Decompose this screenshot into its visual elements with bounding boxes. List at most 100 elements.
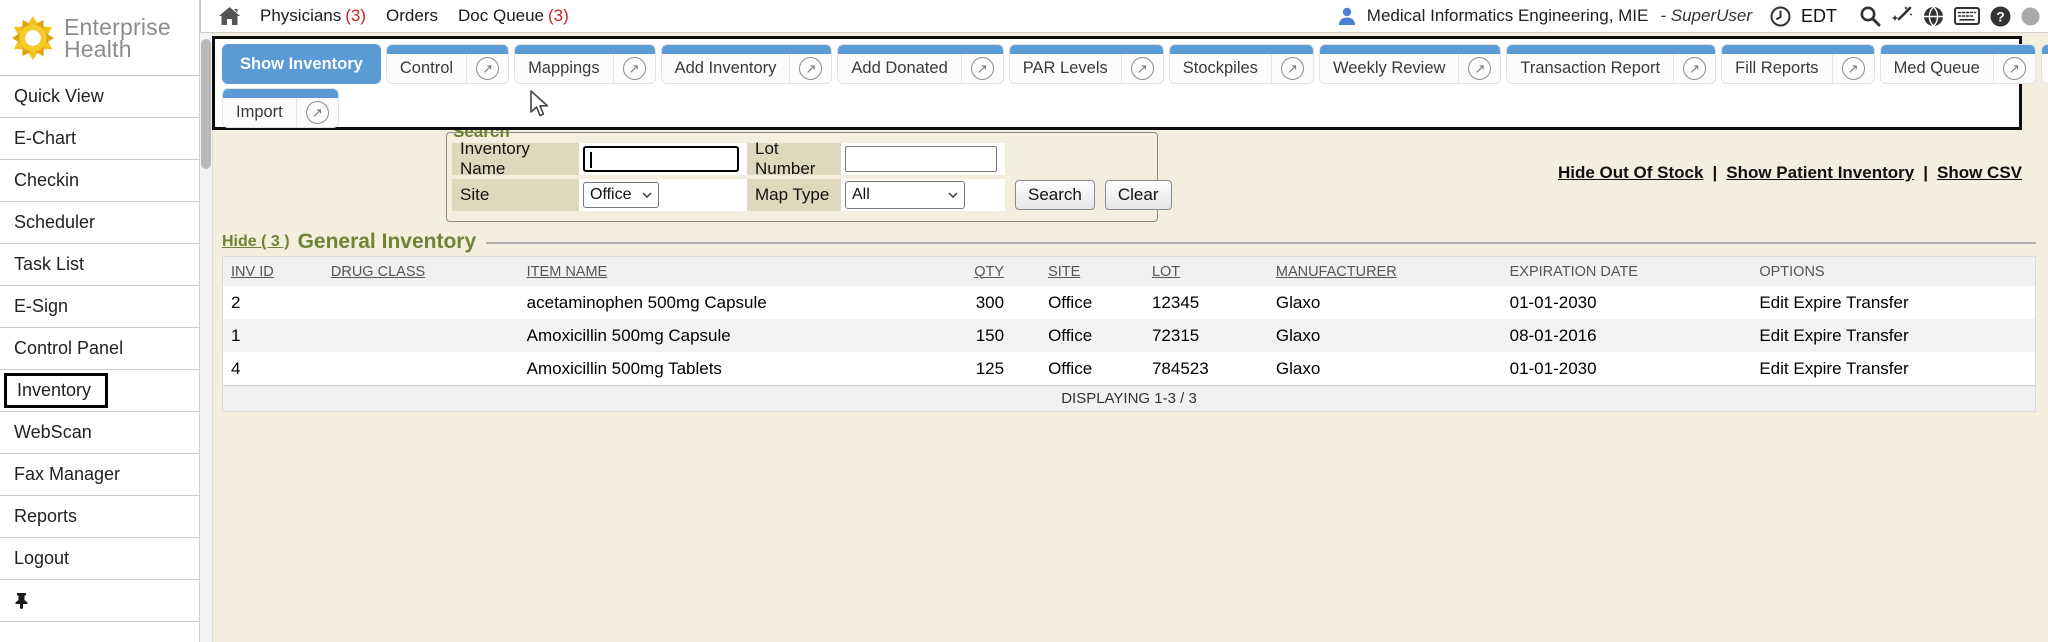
help-icon[interactable]: ? [1990, 6, 2011, 27]
tab-stockpiles[interactable]: Stockpiles↗ [1169, 44, 1314, 84]
column-header-manufacturer[interactable]: MANUFACTURER [1244, 264, 1478, 280]
tab-external-area: ↗ [1994, 57, 2035, 80]
cell-item-name: Amoxicillin 500mg Tablets [519, 359, 938, 379]
tab-import[interactable]: Import↗ [222, 88, 339, 128]
clock-icon[interactable] [1770, 6, 1791, 27]
tab-label: Add Donated [838, 59, 960, 78]
cell-options[interactable]: Edit Expire Transfer [1727, 293, 2035, 313]
column-header-expiration-date: EXPIRATION DATE [1478, 264, 1728, 280]
external-link-icon[interactable]: ↗ [1131, 57, 1154, 80]
tab-body: Add Donated ↗ [838, 54, 1002, 83]
sidebar-item-scheduler[interactable]: Scheduler [0, 202, 199, 244]
sidebar-item-reports[interactable]: Reports [0, 496, 199, 538]
cell-lot: 784523 [1120, 359, 1244, 379]
tab-accent-strip [1170, 45, 1313, 54]
search-button[interactable]: Search [1015, 180, 1095, 210]
tab-par-levels[interactable]: PAR Levels↗ [1009, 44, 1164, 84]
site-select[interactable]: Office [583, 182, 659, 208]
link-hide-out-of-stock[interactable]: Hide Out Of Stock [1558, 163, 1703, 183]
map-type-select[interactable]: All [845, 181, 965, 209]
hide-count-link[interactable]: Hide ( 3 ) [222, 233, 290, 251]
external-link-icon[interactable]: ↗ [971, 57, 994, 80]
tab-label: Weekly Review [1320, 59, 1458, 78]
sidebar-item-logout[interactable]: Logout [0, 538, 199, 580]
sidebar-item-e-chart[interactable]: E-Chart [0, 118, 199, 160]
sidebar-item-quick-view[interactable]: Quick View [0, 76, 199, 118]
tab-accent-strip [387, 45, 508, 54]
tab-external-area: ↗ [1122, 57, 1163, 80]
clear-button[interactable]: Clear [1105, 180, 1172, 210]
keyboard-icon[interactable] [1954, 7, 1980, 25]
sidebar-item-e-sign[interactable]: E-Sign [0, 286, 199, 328]
tab-accent-strip [1507, 45, 1715, 54]
column-header-lot[interactable]: LOT [1120, 264, 1244, 280]
column-header-drug-class[interactable]: DRUG CLASS [323, 264, 519, 280]
home-icon[interactable] [219, 7, 240, 26]
tab-external-area: ↗ [1459, 57, 1500, 80]
cell-options[interactable]: Edit Expire Transfer [1727, 359, 2035, 379]
sidebar-item-inventory[interactable]: Inventory [0, 370, 199, 412]
external-link-icon[interactable]: ↗ [1468, 57, 1491, 80]
column-header-item-name[interactable]: ITEM NAME [519, 264, 938, 280]
link-show-patient-inventory[interactable]: Show Patient Inventory [1726, 163, 1914, 183]
topnav-count-badge: (3) [345, 6, 366, 25]
tab-add-donated[interactable]: Add Donated ↗ [837, 44, 1003, 84]
tab-fill-reports[interactable]: Fill Reports↗ [1721, 44, 1874, 84]
external-link-icon[interactable]: ↗ [1683, 57, 1706, 80]
tab-label: Control [387, 59, 466, 78]
app-logo: Enterprise Health [0, 0, 199, 76]
external-link-icon[interactable]: ↗ [476, 57, 499, 80]
tab-body: Mappings↗ [515, 54, 655, 83]
tab-row-2: Import↗ [222, 88, 2012, 128]
tab-show-inventory[interactable]: Show Inventory [222, 44, 381, 84]
tab-blank-labels[interactable]: Blank Labels↗ [2041, 44, 2048, 84]
column-header-qty[interactable]: QTY [938, 264, 1016, 280]
tab-transaction-report[interactable]: Transaction Report↗ [1506, 44, 1716, 84]
external-link-icon[interactable]: ↗ [1281, 57, 1304, 80]
column-header-site[interactable]: SITE [1016, 264, 1120, 280]
tab-external-area: ↗ [1674, 57, 1715, 80]
sidebar-item-label: Reports [14, 496, 77, 537]
cell-options[interactable]: Edit Expire Transfer [1727, 326, 2035, 346]
tab-external-area: ↗ [1833, 57, 1874, 80]
tab-accent-strip [1010, 45, 1163, 54]
link-separator: | [1923, 163, 1928, 183]
tab-med-queue[interactable]: Med Queue↗ [1880, 44, 2036, 84]
cell-lot: 72315 [1120, 326, 1244, 346]
sidebar-item-checkin[interactable]: Checkin [0, 160, 199, 202]
tab-add-inventory[interactable]: Add Inventory↗ [661, 44, 833, 84]
logo-line1: Enterprise [64, 16, 171, 38]
avatar-circle[interactable] [2021, 7, 2040, 26]
wand-icon[interactable] [1891, 5, 1913, 27]
globe-icon[interactable] [1923, 6, 1944, 27]
user-role: - SuperUser [1660, 6, 1752, 26]
external-link-icon[interactable]: ↗ [799, 57, 822, 80]
tab-body: Transaction Report↗ [1507, 54, 1715, 83]
tab-mappings[interactable]: Mappings↗ [514, 44, 656, 84]
inventory-heading: Hide ( 3 ) General Inventory [222, 230, 2036, 254]
quick-links: Hide Out Of Stock | Show Patient Inventory… [213, 163, 2022, 183]
table-row: 1Amoxicillin 500mg Capsule150Office72315… [223, 319, 2035, 352]
column-header-inv-id[interactable]: INV ID [223, 264, 323, 280]
sidebar-item-fax-manager[interactable]: Fax Manager [0, 454, 199, 496]
search-icon[interactable] [1859, 5, 1881, 27]
topnav-orders[interactable]: Orders [386, 6, 438, 26]
external-link-icon[interactable]: ↗ [1842, 57, 1865, 80]
link-show-csv[interactable]: Show CSV [1937, 163, 2022, 183]
topbar-user-area: Medical Informatics Engineering, MIE - S… [1337, 5, 2048, 27]
sidebar-item-webscan[interactable]: WebScan [0, 412, 199, 454]
cell-manufacturer: Glaxo [1244, 326, 1478, 346]
tab-control[interactable]: Control ↗ [386, 44, 509, 84]
topnav-physicians[interactable]: Physicians(3) [260, 6, 366, 26]
pin-sidebar-button[interactable] [0, 580, 199, 622]
scrollbar-thumb[interactable] [201, 39, 211, 169]
sidebar-item-control-panel[interactable]: Control Panel [0, 328, 199, 370]
topnav-doc-queue[interactable]: Doc Queue(3) [458, 6, 569, 26]
external-link-icon[interactable]: ↗ [2003, 57, 2026, 80]
tab-weekly-review[interactable]: Weekly Review ↗ [1319, 44, 1501, 84]
cell-expiration-date: 08-01-2016 [1478, 326, 1728, 346]
external-link-icon[interactable]: ↗ [623, 57, 646, 80]
sidebar-item-task-list[interactable]: Task List [0, 244, 199, 286]
topbar-nav: Physicians(3) Orders Doc Queue(3) [201, 6, 569, 26]
external-link-icon[interactable]: ↗ [306, 101, 329, 124]
